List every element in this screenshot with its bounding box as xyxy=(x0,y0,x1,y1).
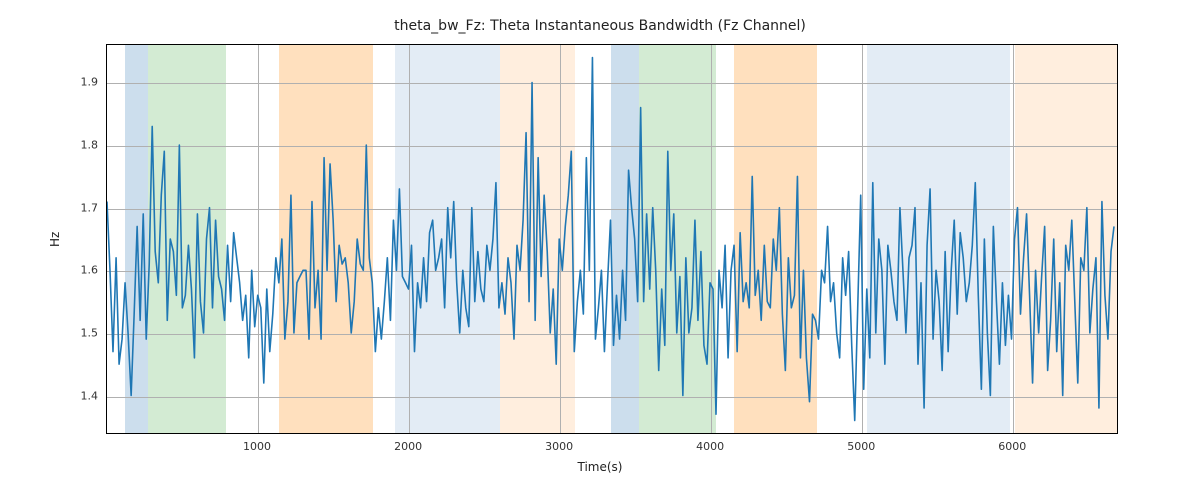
y-tick-label: 1.5 xyxy=(58,327,98,340)
x-tick-label: 1000 xyxy=(243,440,271,453)
x-tick-label: 5000 xyxy=(847,440,875,453)
x-tick-label: 4000 xyxy=(696,440,724,453)
chart-title: theta_bw_Fz: Theta Instantaneous Bandwid… xyxy=(0,18,1200,34)
series-path xyxy=(107,58,1114,421)
figure: theta_bw_Fz: Theta Instantaneous Bandwid… xyxy=(0,0,1200,500)
plot-area xyxy=(106,44,1118,434)
series-line xyxy=(107,45,1117,433)
y-tick-label: 1.7 xyxy=(58,201,98,214)
y-tick-label: 1.9 xyxy=(58,75,98,88)
y-tick-label: 1.6 xyxy=(58,264,98,277)
y-axis-label: Hz xyxy=(48,44,62,434)
x-tick-label: 2000 xyxy=(394,440,422,453)
x-axis-label: Time(s) xyxy=(0,460,1200,474)
y-tick-label: 1.4 xyxy=(58,390,98,403)
x-tick-label: 6000 xyxy=(998,440,1026,453)
x-tick-label: 3000 xyxy=(545,440,573,453)
y-tick-label: 1.8 xyxy=(58,138,98,151)
